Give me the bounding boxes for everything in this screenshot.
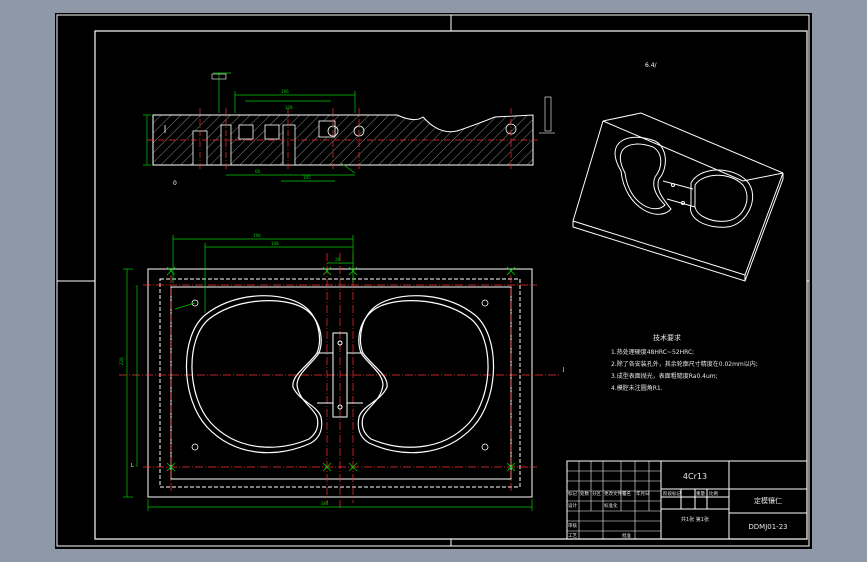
tb-cell-zone: 分区 (592, 490, 601, 497)
svg-text:105: 105 (303, 175, 311, 180)
tb-cell-scale: 比例 (709, 490, 718, 497)
tb-cell-stage: 阶段标记 (663, 490, 681, 497)
section-view: 196 108 66 105 0 (143, 72, 555, 187)
tb-sheet-count: 共1张 第1张 (681, 516, 709, 523)
svg-text:228: 228 (119, 357, 124, 365)
svg-text:196: 196 (281, 89, 289, 94)
tb-cell-design: 设计 (568, 502, 577, 509)
tb-cell-approve: 批准 (622, 532, 631, 539)
drawing-sheet: 196 108 66 105 0 6.4/ 196 148 384 228 26… (55, 13, 812, 549)
technical-requirements: 技术要求 1.热处理硬度48HRC~52HRC; 2.除了各安装孔外，其余轮廓尺… (611, 333, 758, 392)
svg-text:J: J (562, 367, 564, 373)
tb-cell-weight: 重量 (696, 490, 705, 497)
tb-cell-review: 审核 (568, 522, 577, 529)
tb-material: 4Cr13 (683, 472, 707, 481)
tb-part-name: 定模镶仁 (754, 496, 782, 505)
tb-drawing-no: DDMJ01-23 (748, 523, 787, 531)
svg-text:148: 148 (271, 241, 279, 246)
note-4: 4.模腔未注圆角R1. (611, 384, 663, 392)
title-block: 标记 处数 分区 更改文件号 签名 年月日 设计 标准化 阶段标记 重量 比例 … (566, 460, 808, 540)
cad-drawing: 196 108 66 105 0 6.4/ 196 148 384 228 26… (56, 14, 810, 547)
note-3: 3.成型表面抛光，表面粗糙度Ra0.4um; (611, 372, 718, 380)
plan-view: 196 148 384 228 26 J L (119, 233, 564, 511)
tb-cell-count: 处数 (580, 490, 589, 497)
svg-text:0: 0 (173, 180, 177, 187)
svg-text:196: 196 (253, 233, 261, 238)
roughness-symbol: 6.4/ (645, 62, 658, 69)
svg-text:66: 66 (255, 169, 261, 174)
svg-text:26: 26 (335, 257, 341, 262)
tb-cell-process: 工艺 (568, 533, 577, 539)
note-2: 2.除了各安装孔外，其余轮廓尺寸精度在0.02mm以内; (611, 360, 758, 368)
note-1: 1.热处理硬度48HRC~52HRC; (611, 348, 694, 356)
isometric-view (572, 112, 784, 282)
tb-cell-mark: 标记 (568, 490, 577, 497)
svg-text:L: L (131, 463, 134, 469)
tb-cell-signature: 签名 (622, 490, 631, 497)
svg-text:384: 384 (321, 501, 329, 506)
notes-title: 技术要求 (653, 333, 681, 342)
tb-cell-standard: 标准化 (604, 502, 618, 509)
tb-cell-date: 年月日 (636, 490, 650, 497)
svg-text:108: 108 (285, 105, 293, 110)
